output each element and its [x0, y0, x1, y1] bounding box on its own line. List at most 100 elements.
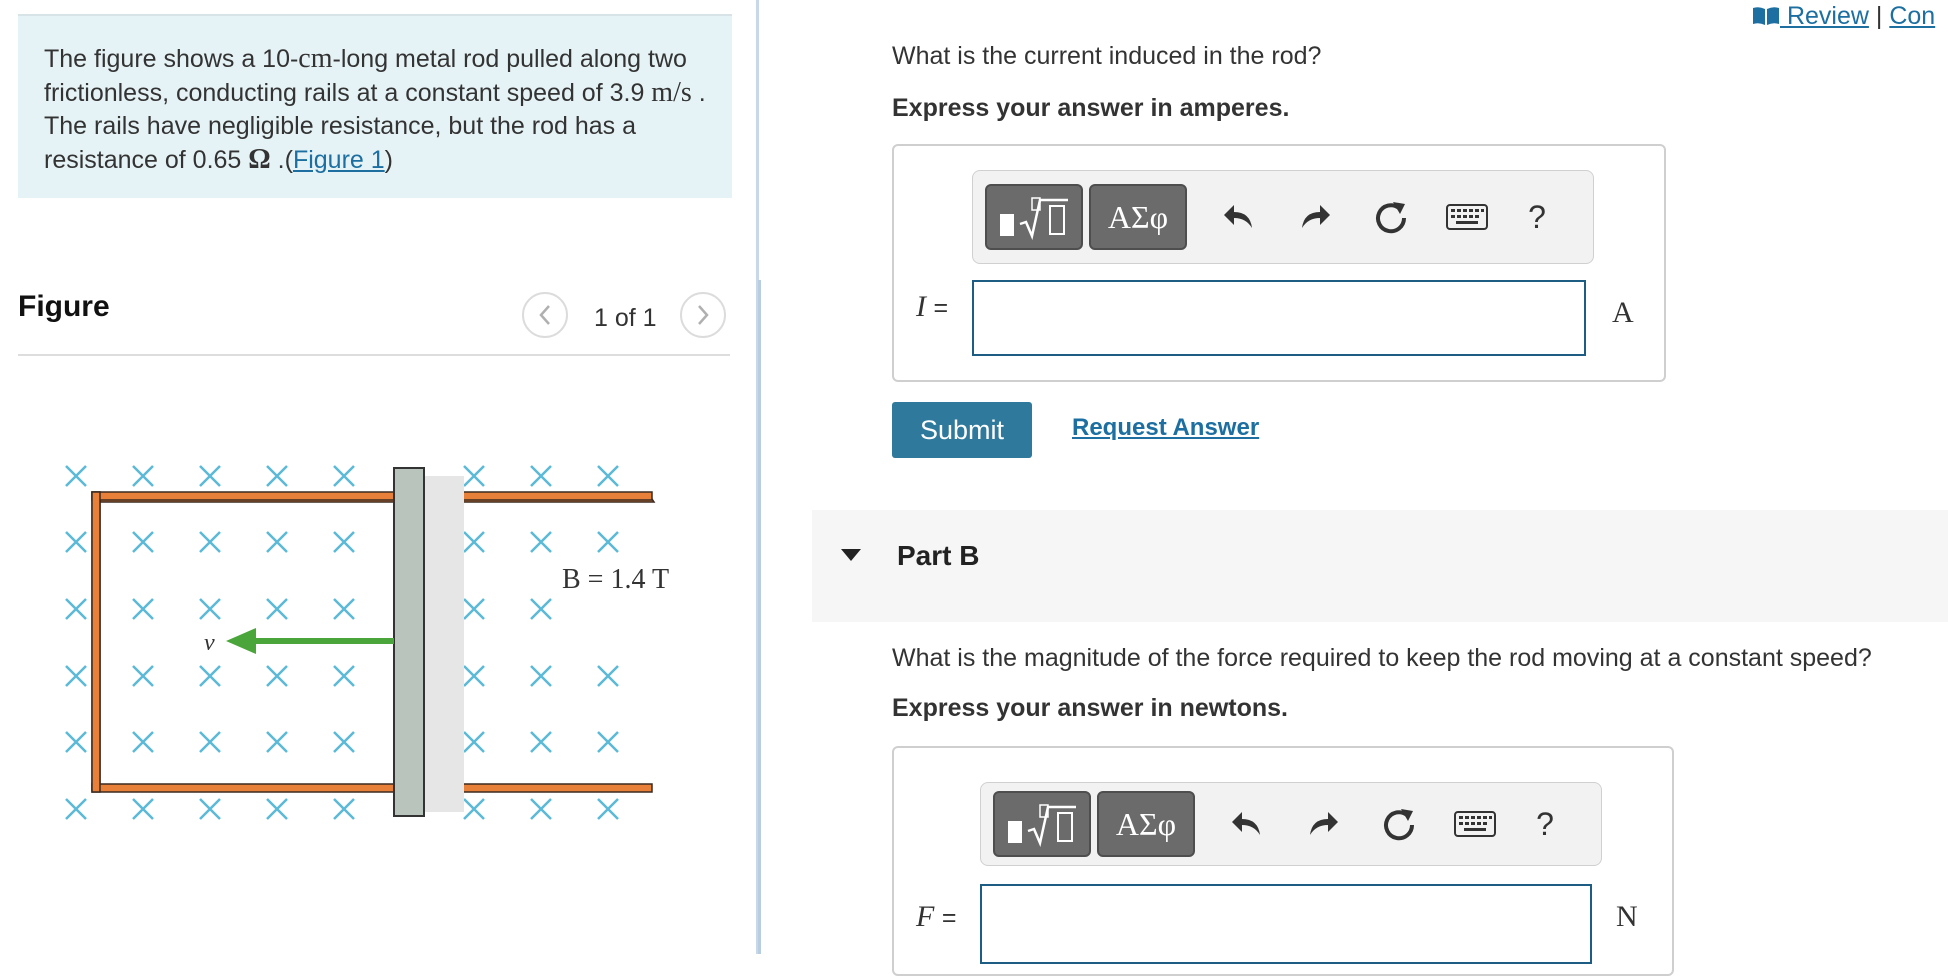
field-x-marker — [132, 798, 154, 820]
chevron-right-icon — [698, 305, 709, 325]
field-x-marker — [530, 731, 552, 753]
part-b-unit: N — [1616, 900, 1638, 933]
problem-text-1: The figure shows a 10- — [44, 45, 299, 73]
problem-text-4: .( — [270, 146, 293, 174]
keyboard-icon — [1446, 204, 1488, 230]
field-x-marker — [333, 531, 355, 553]
panel-scroll-track — [758, 280, 761, 954]
part-a-equals: = — [933, 294, 949, 322]
bottom-rail-bar — [91, 783, 653, 793]
problem-text-5: ) — [384, 146, 393, 174]
left-panel: The figure shows a 10-cm-long metal rod … — [0, 0, 761, 954]
figure-link[interactable]: Figure 1 — [293, 146, 385, 174]
undo-button[interactable] — [1217, 794, 1277, 854]
field-x-marker — [266, 465, 288, 487]
unit-cm: cm — [298, 43, 333, 74]
part-a-variable-symbol: I — [916, 290, 926, 323]
field-x-marker — [132, 531, 154, 553]
figure-next-button[interactable] — [680, 292, 726, 338]
rod-on-rails-figure: v B = 1.4 T — [65, 465, 669, 820]
constants-link[interactable]: Con — [1889, 2, 1935, 30]
keyboard-button[interactable] — [1437, 187, 1497, 247]
field-x-marker — [597, 665, 619, 687]
part-a-question: What is the current induced in the rod? — [892, 42, 1322, 70]
field-x-marker — [199, 798, 221, 820]
reset-icon — [1384, 809, 1415, 841]
submit-button[interactable]: Submit — [892, 402, 1032, 458]
header-separator: | — [1868, 2, 1890, 30]
part-a-answer-input[interactable] — [972, 280, 1586, 356]
part-b-answer-box: ΑΣφ ? F = N — [892, 746, 1674, 976]
field-x-marker — [333, 731, 355, 753]
field-x-marker — [463, 465, 485, 487]
metal-rod — [393, 467, 425, 817]
part-a-math-toolbar: ΑΣφ ? — [972, 170, 1594, 264]
field-x-marker — [530, 798, 552, 820]
reset-button[interactable] — [1369, 794, 1429, 854]
figure-divider — [18, 354, 730, 356]
field-x-marker — [463, 665, 485, 687]
templates-button[interactable] — [993, 791, 1091, 857]
field-x-marker — [132, 731, 154, 753]
greek-symbols-button[interactable]: ΑΣφ — [1097, 791, 1195, 857]
unit-ohm: Ω — [248, 144, 271, 175]
part-b-question: What is the magnitude of the force requi… — [892, 644, 1872, 672]
field-x-marker — [530, 531, 552, 553]
redo-button[interactable] — [1293, 794, 1353, 854]
field-x-marker — [333, 665, 355, 687]
help-button[interactable]: ? — [1515, 794, 1575, 854]
review-link[interactable]: Review — [1780, 2, 1869, 30]
redo-icon — [1310, 812, 1338, 835]
part-b-header[interactable] — [812, 510, 1948, 622]
part-a-variable: I = — [916, 290, 948, 324]
field-x-marker — [333, 465, 355, 487]
field-x-marker — [597, 531, 619, 553]
unit-speed: m/s — [651, 77, 692, 108]
reset-icon — [1376, 202, 1407, 234]
figure-heading: Figure — [18, 290, 110, 323]
field-x-marker — [266, 531, 288, 553]
field-x-marker — [463, 731, 485, 753]
field-x-marker — [132, 665, 154, 687]
field-x-marker — [65, 531, 87, 553]
field-x-marker — [333, 598, 355, 620]
part-a-unit: A — [1612, 296, 1634, 329]
velocity-arrowhead — [226, 628, 256, 654]
field-x-marker — [463, 531, 485, 553]
field-label: B = 1.4 T — [562, 564, 669, 595]
part-b-math-toolbar: ΑΣφ ? — [980, 782, 1602, 866]
field-x-marker — [65, 465, 87, 487]
part-b-instruction: Express your answer in newtons. — [892, 694, 1288, 722]
field-x-marker — [199, 731, 221, 753]
field-x-marker — [199, 665, 221, 687]
field-x-marker — [199, 598, 221, 620]
field-x-marker — [266, 598, 288, 620]
field-x-marker — [463, 598, 485, 620]
caret-down-icon[interactable] — [840, 548, 862, 562]
redo-button[interactable] — [1285, 187, 1345, 247]
chevron-left-icon — [539, 305, 550, 325]
greek-symbols-button[interactable]: ΑΣφ — [1089, 184, 1187, 250]
left-rail-bar — [91, 491, 101, 793]
keyboard-button[interactable] — [1445, 794, 1505, 854]
field-x-marker — [132, 465, 154, 487]
undo-button[interactable] — [1209, 187, 1269, 247]
request-answer-link[interactable]: Request Answer — [1072, 414, 1259, 442]
part-a-instruction: Express your answer in amperes. — [892, 94, 1290, 122]
figure-prev-button[interactable] — [522, 292, 568, 338]
field-x-marker — [65, 798, 87, 820]
part-b-answer-input[interactable] — [980, 884, 1592, 964]
templates-button[interactable] — [985, 184, 1083, 250]
reset-button[interactable] — [1361, 187, 1421, 247]
field-x-marker — [530, 665, 552, 687]
part-b-variable: F = — [916, 900, 956, 934]
field-x-marker — [597, 465, 619, 487]
field-x-marker — [65, 731, 87, 753]
redo-icon — [1302, 205, 1330, 228]
part-b-title: Part B — [897, 540, 980, 571]
field-x-marker — [199, 531, 221, 553]
part-b-variable-symbol: F — [916, 900, 935, 933]
help-button[interactable]: ? — [1507, 187, 1567, 247]
field-x-marker — [266, 798, 288, 820]
review-constants-links: Review | Con — [1752, 2, 1935, 31]
